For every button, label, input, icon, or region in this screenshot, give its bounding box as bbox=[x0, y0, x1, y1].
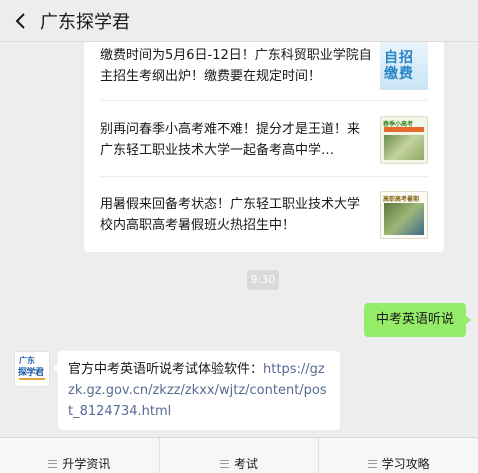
thumbnail-banner bbox=[384, 127, 424, 132]
avatar-underline bbox=[19, 378, 45, 380]
menu-icon bbox=[220, 459, 229, 468]
article-item[interactable]: 用暑假来回备考状态！广东轻工职业技术大学校内高职高考暑假班火热招生中！ 高职高考… bbox=[100, 185, 428, 245]
thumbnail-image bbox=[384, 203, 424, 235]
article-title: 缴费时间为5月6日-12日！广东科贸职业学院自主招生考纲出炉！缴费要在规定时间！ bbox=[100, 48, 372, 84]
menu-tab-news[interactable]: 升学资讯 bbox=[0, 438, 160, 473]
bottom-menu: 升学资讯 考试 学习攻略 bbox=[0, 437, 478, 473]
thumbnail-image bbox=[384, 135, 424, 160]
article-title: 别再问春季小高考难不难！提分才是王道！来广东轻工职业技术大学一起备考高中学… bbox=[100, 122, 361, 158]
article-title: 用暑假来回备考状态！广东轻工职业技术大学校内高职高考暑假班火热招生中！ bbox=[100, 197, 361, 233]
article-item[interactable]: 缴费时间为5月6日-12日！广东科贸职业学院自主招生考纲出炉！缴费要在规定时间！… bbox=[100, 42, 428, 96]
message-text: 官方中考英语听说考试体验软件： bbox=[68, 362, 264, 377]
chat-title: 广东探学君 bbox=[40, 11, 130, 33]
article-thumbnail: 高职高考暑期 bbox=[380, 191, 428, 239]
article-item[interactable]: 别再问春季小高考难不难！提分才是王道！来广东轻工职业技术大学一起备考高中学… 春… bbox=[100, 110, 428, 170]
menu-icon bbox=[367, 459, 377, 468]
back-button[interactable] bbox=[6, 0, 34, 42]
chat-header: 广东探学君 bbox=[0, 0, 478, 42]
divider bbox=[100, 176, 428, 177]
chevron-left-icon bbox=[15, 12, 25, 29]
menu-icon bbox=[48, 459, 58, 468]
message-timestamp: 9:30 bbox=[247, 270, 279, 290]
article-thumbnail: 自招 缴费 bbox=[380, 42, 428, 90]
menu-tab-exam[interactable]: 考试 bbox=[160, 438, 320, 473]
thumbnail-label: 高职高考暑期 bbox=[383, 196, 420, 203]
menu-tab-study[interactable]: 学习攻略 bbox=[319, 438, 478, 473]
outgoing-message[interactable]: 中考英语听说 bbox=[363, 303, 472, 337]
divider bbox=[100, 100, 428, 101]
article-card: 缴费时间为5月6日-12日！广东科贸职业学院自主招生考纲出炉！缴费要在规定时间！… bbox=[84, 42, 444, 252]
menu-tab-label: 学习攻略 bbox=[381, 457, 430, 471]
outgoing-bubble: 中考英语听说 bbox=[363, 303, 472, 337]
article-thumbnail: 春季小高考 bbox=[380, 116, 428, 164]
menu-tab-label: 升学资讯 bbox=[62, 457, 111, 471]
incoming-message: 官方中考英语听说考试体验软件：https://gzzk.gz.gov.cn/zk… bbox=[53, 351, 340, 430]
avatar[interactable]: 广东 探学君 bbox=[14, 351, 50, 387]
thumbnail-label: 自招 缴费 bbox=[384, 50, 414, 82]
menu-tab-label: 考试 bbox=[234, 457, 259, 471]
avatar-label: 探学君 bbox=[18, 368, 44, 378]
